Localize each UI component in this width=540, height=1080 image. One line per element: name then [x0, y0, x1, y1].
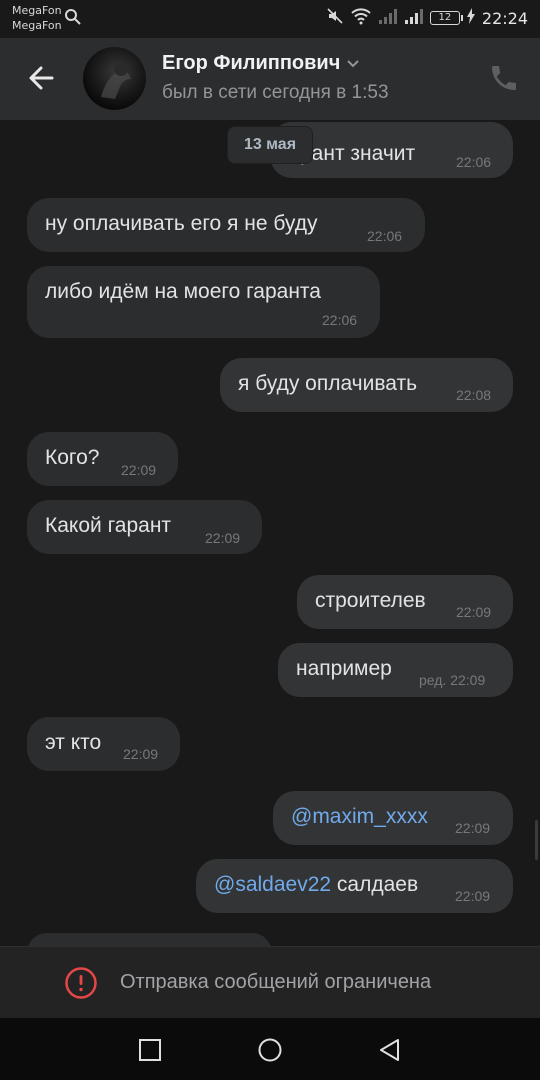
message-bubble[interactable]: либо идём на моего гаранта 22:06 — [27, 266, 380, 338]
message-text: например — [296, 657, 392, 680]
status-bar: MegaFon MegaFon 12 22:24 — [0, 0, 540, 38]
message-time: 22:09 — [205, 530, 241, 546]
message-bubble[interactable]: @maxim_xxxx 22:09 — [273, 791, 513, 845]
contact-name-row[interactable]: Егор Филиппович — [162, 52, 360, 75]
carrier-labels: MegaFon MegaFon — [12, 3, 62, 33]
message-text: я буду оплачивать — [238, 372, 418, 395]
message-time: 22:08 — [456, 387, 492, 403]
date-badge: 13 мая — [227, 126, 313, 164]
restriction-text: Отправка сообщений ограничена — [120, 971, 432, 993]
system-nav-bar — [0, 1018, 540, 1080]
contact-name: Егор Филиппович — [162, 52, 341, 74]
battery-icon: 12 — [429, 11, 463, 25]
charging-icon — [466, 8, 476, 28]
avatar[interactable] — [83, 47, 146, 110]
message-time: 22:06 — [456, 154, 492, 170]
chevron-down-icon — [346, 54, 360, 73]
alert-circle-icon — [64, 966, 98, 1000]
message-bubble[interactable]: Кого? 22:09 — [27, 432, 178, 486]
message-bubble[interactable]: Какой гарант 22:09 — [27, 500, 262, 554]
message-text: строителев — [315, 589, 426, 612]
message-time: 22:09 — [123, 746, 159, 762]
message-time: 22:09 — [121, 462, 157, 478]
message-time: 22:06 — [367, 228, 403, 244]
search-icon — [64, 8, 82, 30]
message-text: @saldaev22 салдаев — [214, 873, 418, 897]
message-bubble[interactable]: строителев 22:09 — [297, 575, 513, 629]
message-bubble[interactable]: эт кто 22:09 — [27, 717, 180, 771]
message-bubble[interactable]: я буду оплачивать 22:08 — [220, 358, 513, 412]
recents-square-icon[interactable] — [136, 1036, 164, 1064]
mute-icon — [326, 7, 344, 29]
message-text: либо идём на моего гаранта — [45, 280, 321, 303]
message-list[interactable]: рант значит 22:06 13 мая ну оплачивать е… — [0, 120, 540, 946]
carrier-2: MegaFon — [12, 19, 62, 32]
status-clock: 22:24 — [481, 8, 528, 28]
message-time: ред. 22:09 — [419, 672, 486, 688]
message-bubble[interactable]: например ред. 22:09 — [278, 643, 513, 697]
message-text: Какой гарант — [45, 514, 172, 537]
message-text: Кого? — [45, 446, 100, 469]
restriction-banner: Отправка сообщений ограничена — [0, 946, 540, 1018]
phone-icon[interactable] — [488, 62, 520, 94]
mention-link[interactable]: @maxim_xxxx — [291, 805, 428, 829]
back-arrow-icon[interactable] — [22, 58, 62, 98]
back-triangle-icon[interactable] — [376, 1036, 404, 1064]
message-bubble[interactable]: ну оплачивать его я не буду 22:06 — [27, 198, 425, 252]
message-time: 22:06 — [322, 312, 358, 328]
message-text-rest: салдаев — [331, 873, 419, 896]
message-bubble-partial[interactable] — [27, 933, 272, 946]
message-time: 22:09 — [455, 888, 491, 904]
message-text: эт кто — [45, 731, 102, 754]
signal-icon-1 — [378, 7, 398, 29]
carrier-1: MegaFon — [12, 4, 62, 17]
message-text: ну оплачивать его я не буду — [45, 212, 318, 235]
scrollbar[interactable] — [535, 820, 538, 860]
signal-icon-2 — [404, 7, 424, 29]
message-time: 22:09 — [455, 820, 491, 836]
home-circle-icon[interactable] — [256, 1036, 284, 1064]
message-text: рант значит — [300, 142, 416, 165]
message-bubble[interactable]: @saldaev22 салдаев 22:09 — [196, 859, 513, 913]
chat-header: Егор Филиппович был в сети сегодня в 1:5… — [0, 38, 540, 120]
wifi-icon — [350, 7, 372, 29]
message-time: 22:09 — [456, 604, 492, 620]
mention-link[interactable]: @saldaev22 — [214, 873, 331, 896]
last-seen-status: был в сети сегодня в 1:53 — [162, 82, 389, 103]
